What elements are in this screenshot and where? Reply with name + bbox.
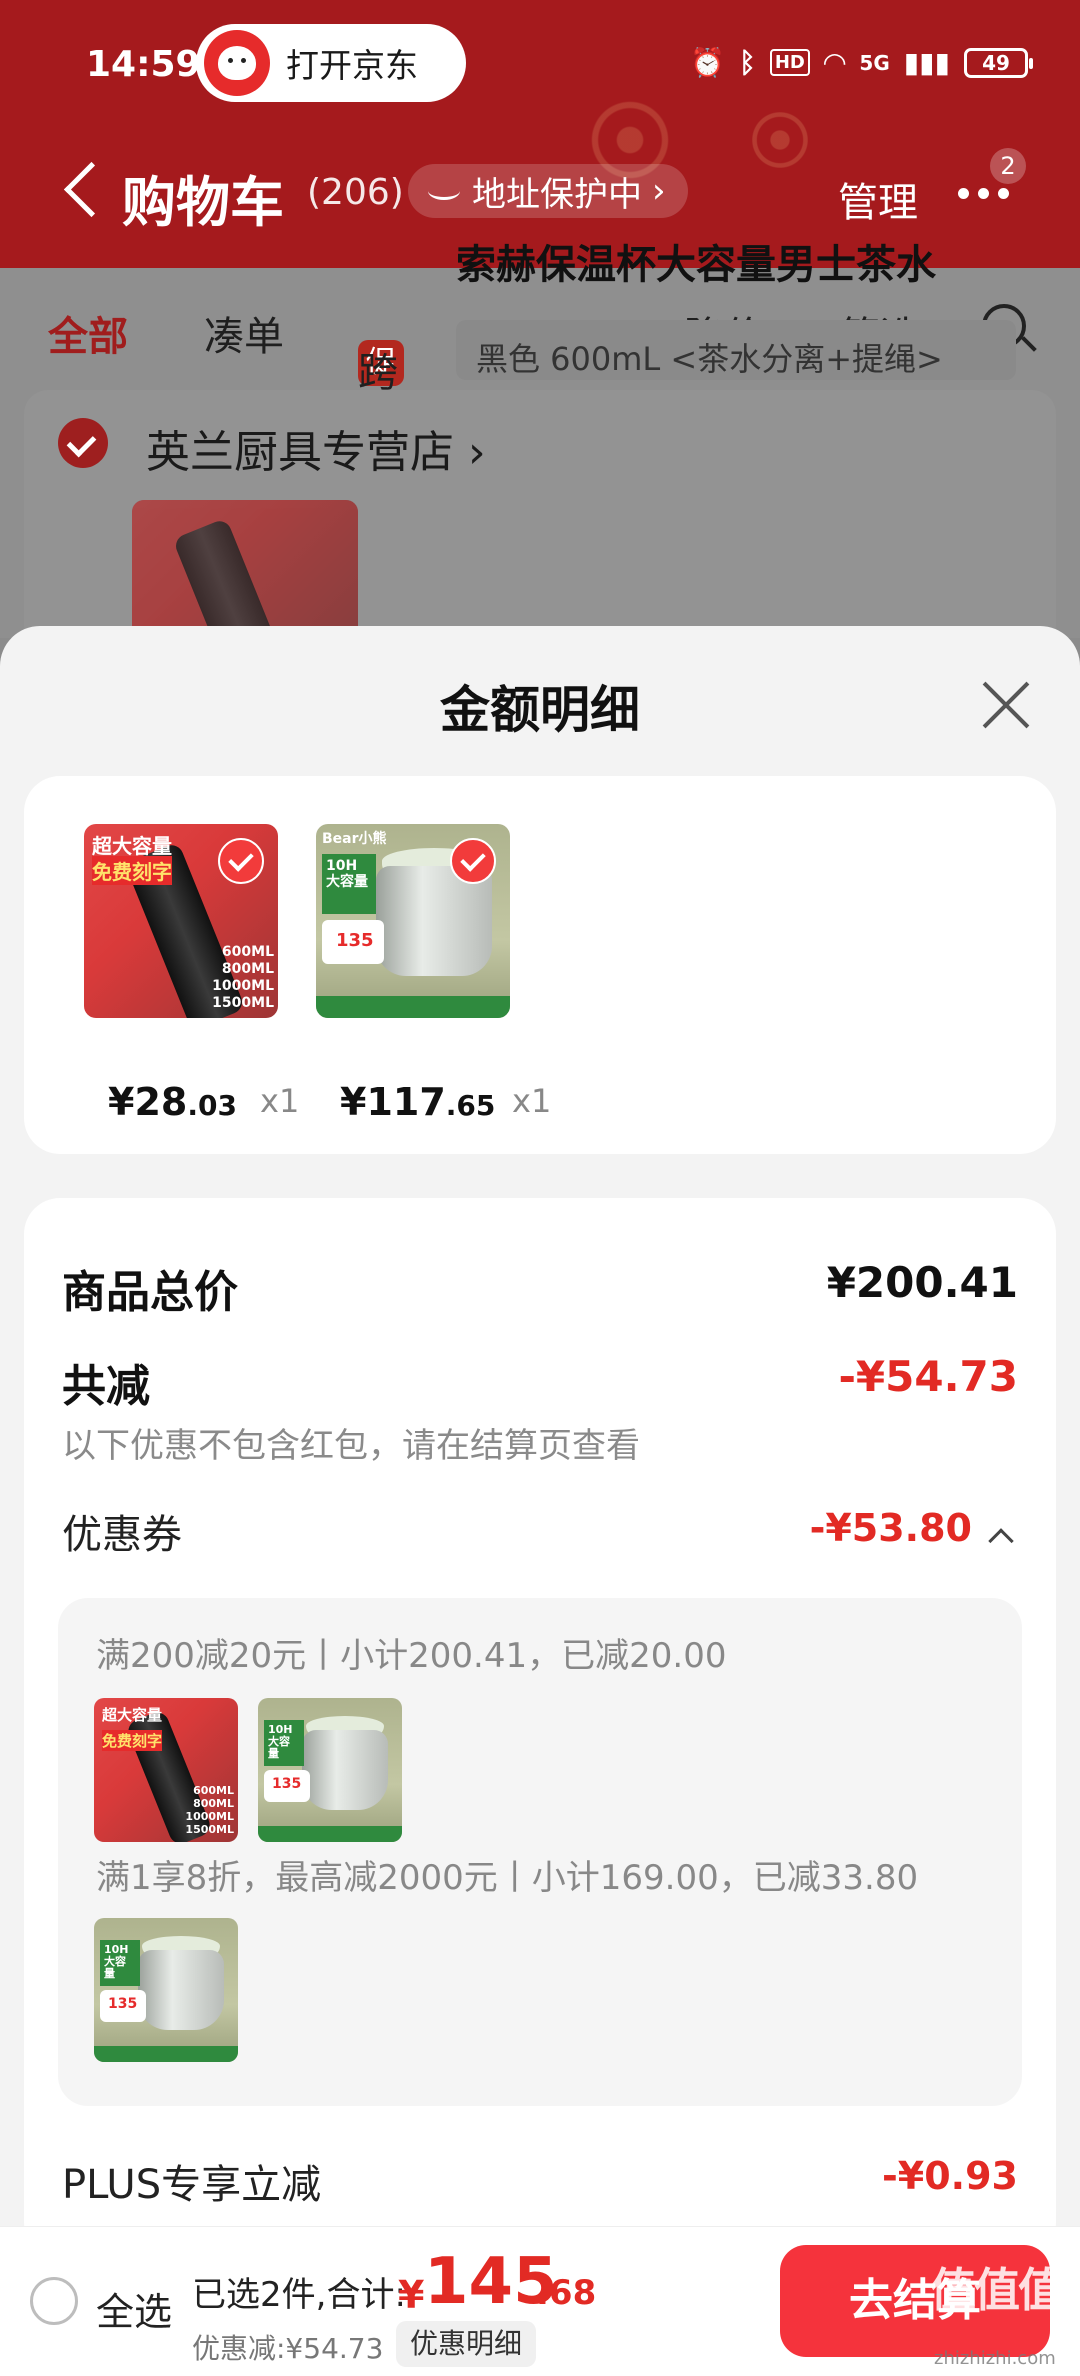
coupon-item-thumbnail: 10H 大容量 [258,1698,402,1842]
total-decimal: .68 [536,2273,597,2313]
network-label: 5G [859,50,890,75]
status-time: 14:59 [86,44,201,85]
selected-check-icon [450,838,496,884]
coupon-rule: 满200减20元丨小计200.41，已减20.00 [96,1636,727,1676]
price-integer: ¥28 [108,1080,188,1124]
coupon-breakdown: 满200减20元丨小计200.41，已减20.00 超大容量免费刻字 600ML … [58,1598,1022,2106]
coupon-item-thumbnail: 10H 大容量 [94,1918,238,2062]
cart-count: (206) [307,172,404,213]
shop-check-icon[interactable] [58,418,108,468]
address-protect-label: 地址保护中 [472,174,642,215]
item-qty: x1 [260,1082,300,1120]
battery-icon: 49 [964,47,1033,78]
bottle-art-text: 免费刻字 [92,856,172,885]
item-qty: x1 [512,1082,552,1120]
reduction-label: 共减 [62,1361,150,1412]
bottle-art-sizes: 600ML 800ML 1000ML 1500ML [212,944,274,1011]
selected-check-icon [218,838,264,884]
message-badge: 2 [990,148,1026,184]
coupon-value[interactable]: -¥53.80 [810,1506,972,1550]
coupon-item-thumbnail: 超大容量免费刻字 600ML 800ML 1000ML 1500ML [94,1698,238,1842]
bottle-art-text: 免费刻字 [102,1730,163,1751]
signal-icon: ▮▮▮ [903,46,950,79]
price-decimal: .03 [187,1089,237,1122]
items-card: 超大容量 免费刻字 600ML 800ML 1000ML 1500ML ¥28.… [24,776,1056,1154]
total-currency: ¥ [398,2273,425,2317]
more-icon[interactable] [958,184,1028,204]
chevron-right-icon: › [652,171,666,211]
wifi-icon: ◠ [823,46,846,79]
shop-name-label: 英兰厨具专营店 [146,427,454,478]
steamer-badge: 10H 大容量 [100,1940,140,1986]
bottle-art-text: 超大容量 [102,1706,163,1724]
status-icons: ⏰ ᛒ HD ◠ 5G ▮▮▮ 49 [690,46,1033,79]
item-price: ¥28.03 [108,1080,237,1124]
tab-bundle[interactable]: 凑单 [204,304,284,362]
tab-all[interactable]: 全部 [48,304,128,362]
alarm-icon: ⏰ [690,46,726,79]
sheet-title: 金额明细 [440,681,640,739]
product-title[interactable]: 索赫保温杯大容量男士茶水 [456,232,936,290]
status-bar: 14:59 打开京东 ⏰ ᛒ HD ◠ 5G ▮▮▮ 49 [0,22,1080,106]
amount-detail-card: 商品总价 ¥200.41 共减 -¥54.73 以下优惠不包含红包，请在结算页查… [24,1198,1056,2228]
jd-logo-icon [204,30,270,96]
watermark-url: zhizhizhi.com [934,2348,1056,2369]
bluetooth-icon: ᛒ [739,46,756,79]
shop-name[interactable]: 英兰厨具专营店 › [146,416,486,480]
price-integer: ¥117 [340,1080,446,1124]
bottle-art-sizes: 600ML 800ML 1000ML 1500ML [185,1784,234,1836]
close-icon[interactable] [976,674,1036,734]
coupon-rule: 满1享8折，最高减2000元丨小计169.00，已减33.80 [96,1858,919,1898]
product-spec[interactable]: 黑色 600mL <茶水分离+提绳> [456,320,1016,380]
item-bottle: 超大容量 免费刻字 600ML 800ML 1000ML 1500ML ¥28.… [84,824,299,1124]
plus-discount-value: -¥0.93 [882,2154,1018,2198]
goods-total-label: 商品总价 [62,1267,238,1318]
select-all-label[interactable]: 全选 [96,2281,172,2336]
select-all-radio[interactable] [30,2277,78,2325]
address-protect-button[interactable]: 地址保护中 › [408,164,688,218]
steamer-badge: 10H 大容量 [264,1720,304,1766]
price-decimal: .65 [445,1089,496,1122]
page-title: 购物车 [122,171,284,234]
checkout-bar: 全选 已选2件,合计: ¥ 145 .68 优惠减:¥54.73 优惠明细 去结… [0,2226,1080,2376]
back-arrow-icon[interactable] [58,160,98,220]
selected-summary: 已选2件,合计: [192,2275,406,2315]
coupon-label[interactable]: 优惠券 [62,1502,182,1560]
steamer-thumbnail[interactable]: Bear小熊 10H 大容量 [316,824,510,1018]
goods-total-value: ¥200.41 [826,1258,1018,1307]
price-detail-sheet: 金额明细 超大容量 免费刻字 600ML 800ML 1000ML 1500ML… [0,626,1080,2228]
eye-closed-icon [428,182,460,200]
discount-detail-button[interactable]: 优惠明细 [396,2321,537,2367]
bottle-art-text: 超大容量 [92,834,172,858]
item-steamer: Bear小熊 10H 大容量 ¥117.65 x1 [316,824,551,1124]
watermark: 值值值 [930,2263,1064,2317]
shop-card: 英兰厨具专营店 › [24,390,1056,650]
steamer-brand: Bear小熊 [322,831,387,847]
nav-bar: 购物车 (206) 地址保护中 › 管理 2 [0,148,1080,240]
hd-icon: HD [769,49,810,76]
reduction-note: 以下优惠不包含红包，请在结算页查看 [62,1426,640,1466]
open-jd-label: 打开京东 [286,46,418,85]
chevron-up-icon[interactable] [988,1528,1014,1554]
item-price: ¥117.65 [340,1080,495,1124]
reduction-value: -¥54.73 [838,1352,1018,1401]
plus-discount-label: PLUS专享立减 [62,2162,322,2208]
manage-button[interactable]: 管理 [838,170,918,228]
app-header: 14:59 打开京东 ⏰ ᛒ HD ◠ 5G ▮▮▮ 49 购物车 (206) … [0,0,1080,268]
bottle-thumbnail[interactable]: 超大容量 免费刻字 600ML 800ML 1000ML 1500ML [84,824,278,1018]
discount-note: 优惠减:¥54.73 [192,2332,384,2365]
steamer-badge: 10H 大容量 [322,854,376,914]
open-jd-app-button[interactable]: 打开京东 [196,24,466,102]
